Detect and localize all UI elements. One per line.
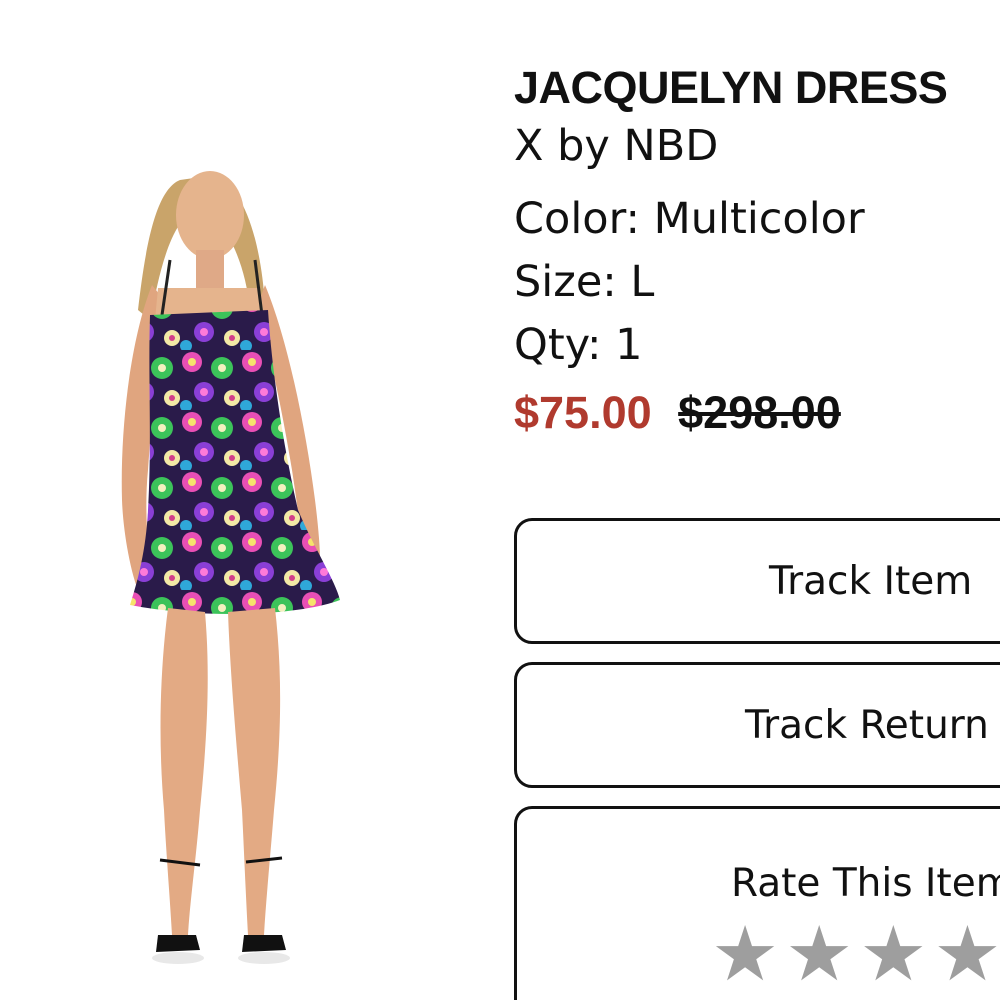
star-rating: ★★★★★ xyxy=(711,909,1000,998)
track-item-button[interactable]: Track Item xyxy=(514,518,1000,644)
product-name: JACQUELYN DRESS xyxy=(514,62,948,113)
product-qty: Qty: 1 xyxy=(514,320,643,370)
original-price: $298.00 xyxy=(678,387,841,438)
order-item-page: JACQUELYN DRESS X by NBD Color: Multicol… xyxy=(0,0,1000,1000)
rate-item-label: Rate This Item xyxy=(731,861,1000,906)
star-icon[interactable]: ★ xyxy=(711,909,785,998)
track-item-label: Track Item xyxy=(769,559,973,604)
track-return-label: Track Return xyxy=(745,703,989,748)
product-size: Size: L xyxy=(514,257,655,307)
product-details: JACQUELYN DRESS X by NBD Color: Multicol… xyxy=(514,58,1000,443)
product-brand: X by NBD xyxy=(514,121,719,171)
rate-item-panel: Rate This Item ★★★★★ xyxy=(514,806,1000,1000)
product-image xyxy=(121,171,340,964)
sale-price: $75.00 xyxy=(514,387,652,438)
track-return-button[interactable]: Track Return xyxy=(514,662,1000,788)
star-icon[interactable]: ★ xyxy=(859,909,933,998)
price-row: $75.00 $298.00 xyxy=(514,383,1000,443)
star-icon[interactable]: ★ xyxy=(785,909,859,998)
product-color: Color: Multicolor xyxy=(514,194,865,244)
star-icon[interactable]: ★ xyxy=(933,909,1000,998)
